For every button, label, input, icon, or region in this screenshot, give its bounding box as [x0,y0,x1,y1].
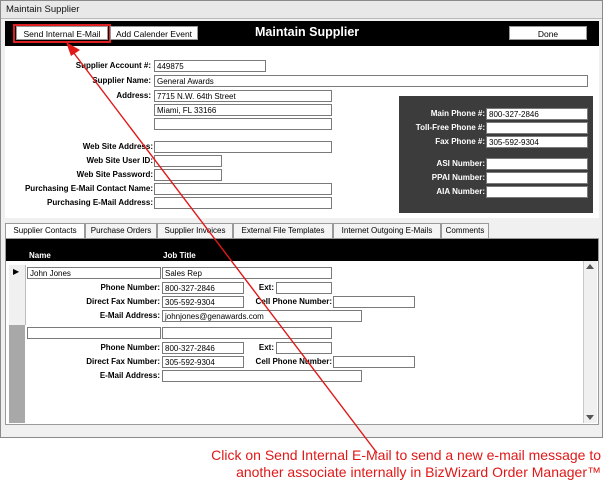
annotation-arrow-head [66,42,80,56]
caption-line2: another associate internally in BizWizar… [236,464,601,480]
annotation-caption: Click on Send Internal E-Mail to send a … [0,447,601,481]
caption-line1: Click on Send Internal E-Mail to send a … [211,447,601,463]
annotation-arrow [66,42,378,454]
annotation-arrow-line [69,47,378,454]
